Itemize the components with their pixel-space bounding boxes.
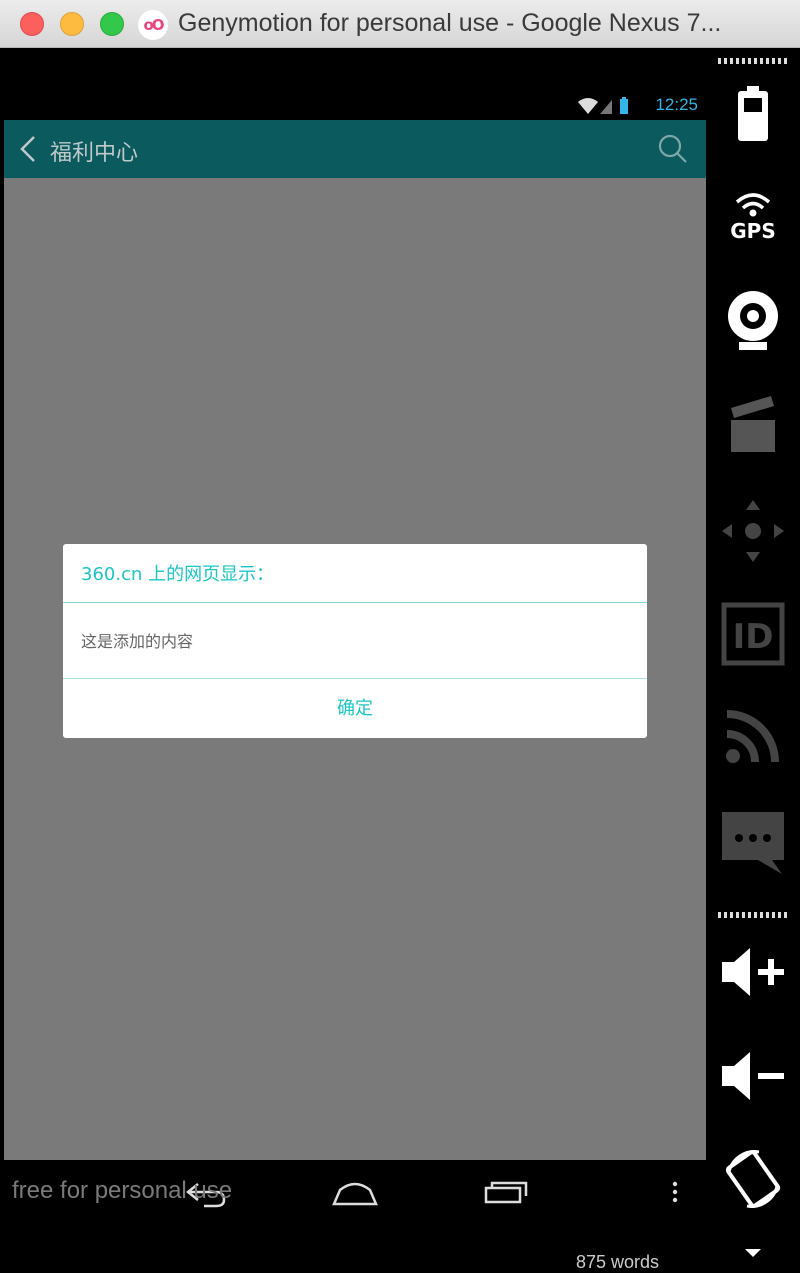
- close-window-button[interactable]: [20, 12, 44, 36]
- gps-label: GPS: [730, 219, 775, 243]
- menu-nav-icon[interactable]: [670, 1178, 680, 1210]
- battery-status-icon: [620, 97, 628, 114]
- search-icon[interactable]: [658, 134, 688, 168]
- dialog-divider: [63, 602, 647, 603]
- maximize-window-button[interactable]: [100, 12, 124, 36]
- network-icon[interactable]: [706, 708, 800, 768]
- scroll-down-arrow-icon[interactable]: [706, 1244, 800, 1263]
- toolbar-grip[interactable]: [718, 912, 790, 918]
- back-arrow-icon[interactable]: [18, 135, 38, 167]
- remote-control-icon[interactable]: [706, 498, 800, 568]
- status-time: 12:25: [655, 95, 698, 114]
- status-icons: [576, 96, 636, 120]
- signal-icon: [600, 100, 612, 114]
- dialog-title: 360.cn 上的网页显示：: [81, 564, 275, 585]
- recent-apps-nav-icon[interactable]: [484, 1178, 528, 1210]
- webcam-icon[interactable]: [706, 288, 800, 356]
- id-label: ID: [733, 617, 774, 657]
- volume-up-icon[interactable]: [706, 944, 800, 1004]
- window-title: Genymotion for personal use - Google Nex…: [178, 9, 722, 37]
- background-window-text: 875 words: [576, 1252, 660, 1272]
- status-bar: 12:25: [4, 94, 706, 120]
- gps-icon[interactable]: GPS: [706, 188, 800, 248]
- android-screen: 12:25 福利中心 360.cn 上的网页显示： 这是添加的内容 确定 fre…: [4, 48, 706, 1260]
- action-bar: 福利中心: [4, 120, 706, 178]
- sms-icon[interactable]: [706, 810, 800, 880]
- wifi-icon: [578, 98, 598, 114]
- rotate-icon[interactable]: [706, 1146, 800, 1216]
- genymotion-toolbar: GPS ID: [706, 48, 800, 1266]
- identifiers-icon[interactable]: ID: [706, 602, 800, 670]
- dialog-message: 这是添加的内容: [81, 632, 194, 651]
- watermark-text: free for personal use: [12, 1177, 233, 1204]
- battery-icon[interactable]: [706, 86, 800, 146]
- volume-down-icon[interactable]: [706, 1048, 800, 1108]
- toolbar-grip[interactable]: [718, 58, 790, 64]
- home-nav-icon[interactable]: [332, 1178, 378, 1210]
- video-capture-icon[interactable]: [706, 394, 800, 458]
- page-title: 福利中心: [50, 141, 139, 166]
- minimize-window-button[interactable]: [60, 12, 84, 36]
- genymotion-logo-icon: oO: [138, 10, 168, 40]
- alert-dialog: 360.cn 上的网页显示： 这是添加的内容 确定: [63, 544, 647, 738]
- navigation-bar: free for personal use: [4, 1160, 706, 1260]
- ok-button[interactable]: 确定: [63, 679, 647, 738]
- window-titlebar: oO Genymotion for personal use - Google …: [0, 0, 800, 48]
